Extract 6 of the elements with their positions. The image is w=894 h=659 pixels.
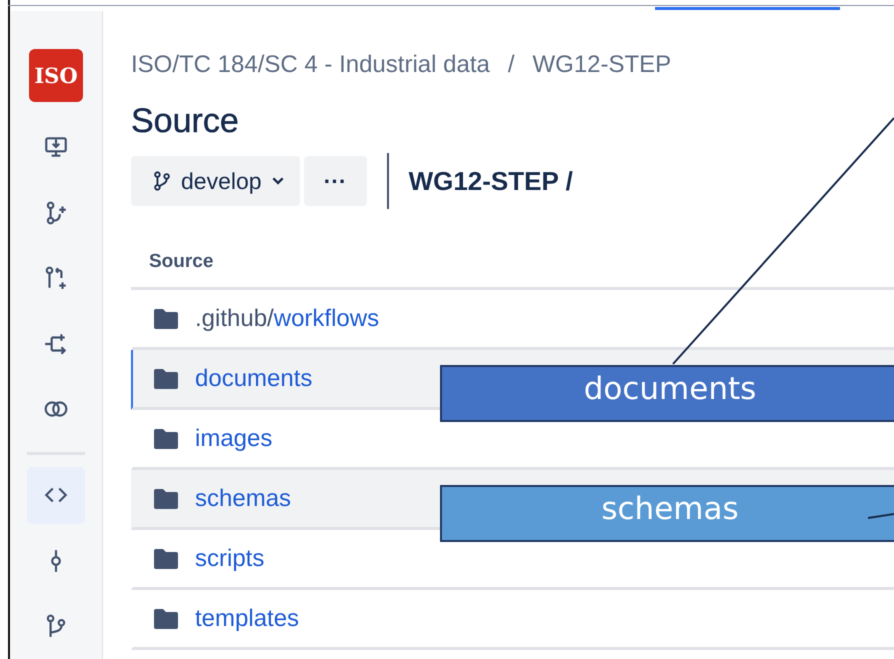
path-label: WG12-STEP / bbox=[408, 166, 573, 196]
callout-tooltip: documents bbox=[440, 365, 894, 422]
column-header: Source bbox=[131, 251, 894, 290]
callout-tooltip: schemas bbox=[440, 485, 894, 542]
breadcrumb-separator: / bbox=[508, 51, 514, 79]
page-title: Source bbox=[131, 101, 240, 141]
